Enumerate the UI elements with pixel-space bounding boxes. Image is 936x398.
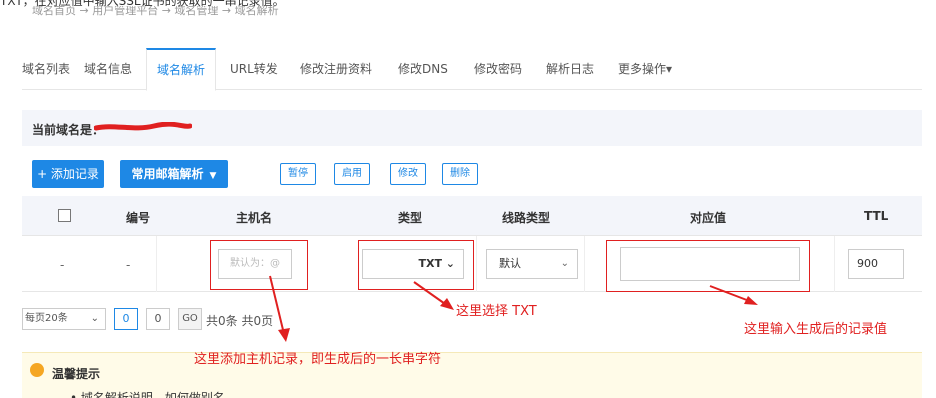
tab-bar: 域名列表 域名信息 域名解析 URL转发 修改注册资料 修改DNS 修改密码 解… xyxy=(22,48,922,91)
go-button[interactable]: GO xyxy=(178,308,202,330)
delete-button[interactable]: 删除 xyxy=(442,163,478,185)
row-id-placeholder: - xyxy=(126,258,131,272)
current-page-box[interactable]: 0 xyxy=(114,308,138,330)
caret-down-icon: ▼ xyxy=(209,171,217,181)
add-record-button[interactable]: + 添加记录 xyxy=(32,160,104,188)
edit-button[interactable]: 修改 xyxy=(390,163,426,185)
select-all-checkbox[interactable] xyxy=(58,209,71,222)
ttl-input[interactable]: 900 xyxy=(848,249,904,279)
per-page-label: 每页20条 xyxy=(25,313,68,324)
tab-domain-info[interactable]: 域名信息 xyxy=(84,56,132,90)
row-check-placeholder: - xyxy=(60,258,65,272)
annotation-select-txt: 这里选择 TXT xyxy=(456,304,537,319)
cell-divider xyxy=(834,236,835,292)
tips-link[interactable]: • 域名解析说明，如何做别名 xyxy=(70,389,225,398)
chevron-down-icon: ⌄ xyxy=(560,258,569,269)
annotation-enter-value: 这里输入生成后的记录值 xyxy=(744,322,888,337)
breadcrumb: 域名首页 → 用户管理平台 → 域名管理 → 域名解析 xyxy=(32,6,279,17)
per-page-select[interactable]: 每页20条 ⌄ xyxy=(22,308,106,330)
table-header: 编号 主机名 类型 线路类型 对应值 TTL xyxy=(22,196,922,236)
mail-resolve-button[interactable]: 常用邮箱解析 ▼ xyxy=(120,160,228,188)
mail-resolve-label: 常用邮箱解析 xyxy=(131,167,204,181)
header-host: 主机名 xyxy=(236,211,273,225)
annotation-box-type xyxy=(358,240,474,290)
header-line: 线路类型 xyxy=(502,211,551,225)
page-number-box[interactable]: 0 xyxy=(146,308,170,330)
header-value: 对应值 xyxy=(690,211,727,225)
line-select[interactable]: 默认 ⌄ xyxy=(486,249,578,279)
tab-modify-password[interactable]: 修改密码 xyxy=(474,56,522,90)
current-domain-bar: 当前域名是： xyxy=(22,110,922,146)
header-id: 编号 xyxy=(126,211,151,225)
pause-button[interactable]: 暂停 xyxy=(280,163,316,185)
chevron-down-icon: ⌄ xyxy=(90,313,99,324)
cell-divider xyxy=(584,236,585,292)
tab-url-forward[interactable]: URL转发 xyxy=(230,56,278,90)
tips-title: 温馨提示 xyxy=(52,367,101,381)
tab-modify-registration[interactable]: 修改注册资料 xyxy=(300,56,372,90)
annotation-box-host xyxy=(210,240,308,290)
header-type: 类型 xyxy=(398,211,423,225)
annotation-add-host: 这里添加主机记录，即生成后的一长串字符 xyxy=(194,352,442,367)
tab-domain-list[interactable]: 域名列表 xyxy=(22,56,70,90)
pager-summary: 共0条 共0页 xyxy=(206,314,274,328)
cell-divider xyxy=(156,236,157,292)
tips-panel: 温馨提示 • 域名解析说明，如何做别名 xyxy=(22,352,922,398)
enable-button[interactable]: 启用 xyxy=(334,163,370,185)
tab-more-actions[interactable]: 更多操作▾ xyxy=(618,56,672,90)
lightbulb-icon xyxy=(30,363,44,377)
tab-modify-dns[interactable]: 修改DNS xyxy=(398,56,448,90)
line-select-value: 默认 xyxy=(499,257,521,270)
tab-resolve-log[interactable]: 解析日志 xyxy=(546,56,594,90)
header-ttl: TTL xyxy=(864,209,889,223)
cell-divider xyxy=(476,236,477,292)
dns-panel: 域名首页 → 用户管理平台 → 域名管理 → 域名解析 域名列表 域名信息 域名… xyxy=(22,0,922,398)
tab-domain-resolve[interactable]: 域名解析 xyxy=(146,48,217,91)
redacted-domain-scribble xyxy=(94,122,192,131)
annotation-box-value xyxy=(606,240,810,292)
